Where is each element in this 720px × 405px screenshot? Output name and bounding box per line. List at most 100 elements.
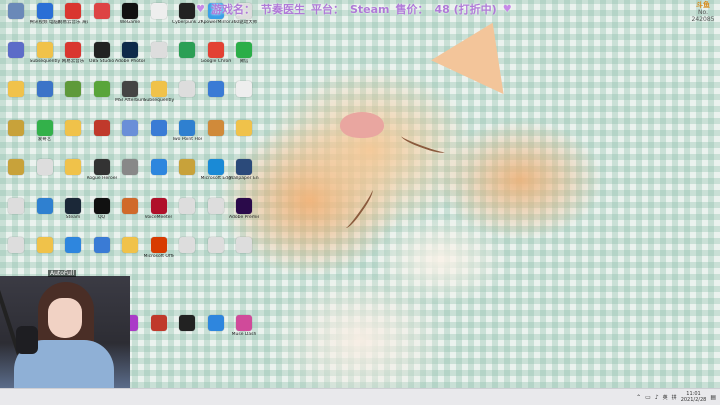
chevron-up-icon[interactable]: ⌃ [636,394,641,401]
desktop-icon[interactable]: 网易云音乐 海外版 [58,3,88,31]
desktop-icon[interactable]: Adobe Photoshop [115,42,145,70]
desktop-icon[interactable] [202,198,230,226]
desktop-icon[interactable] [145,159,173,187]
game-value: 节奏医生 [260,3,305,16]
desktop-icon[interactable] [145,3,173,31]
desktop-icon[interactable]: Google Chrome [201,42,231,70]
app-icon [207,81,224,97]
desktop-icon[interactable] [2,237,30,265]
desktop-icon[interactable] [173,198,201,226]
heart-icon: ♥ [502,3,512,15]
desktop-icon[interactable]: Adobe Premiere [229,198,259,226]
desktop-icon[interactable]: QQ [88,198,116,226]
desktop-icon[interactable] [2,198,30,226]
desktop-icon-label: MSI Afterburner [115,98,145,103]
desktop-icon[interactable] [173,315,201,343]
desktop-icon[interactable]: 腾讯视频 电脑版 [30,3,60,31]
desktop-icon[interactable] [202,81,230,109]
desktop-icon[interactable] [2,42,30,70]
desktop-icon-label: 360驱动大师 [230,20,258,25]
desktop-icon-label: 爱奇艺 [37,137,52,142]
desktop-icon[interactable] [202,120,230,148]
desktop-icon-label: 网易云音乐 海外版 [58,20,88,25]
chrome-icon [207,42,224,58]
desktop-icon[interactable]: WeGame [116,3,144,31]
desktop-icon[interactable]: Microsoft Edge [201,159,231,187]
volume-icon[interactable]: ♪ [655,394,659,401]
file-icon [236,237,252,253]
desktop-icon[interactable] [59,81,87,109]
platform-label: 平台： [310,3,344,16]
desktop-icon[interactable]: Steam [59,198,87,226]
desktop-icon[interactable] [88,120,116,148]
desktop-icon-label: ApowerMirror [200,20,231,25]
desktop-icon[interactable]: Subsequently [144,81,174,109]
desktop-icon-label: Steam [65,215,81,220]
desktop-icon[interactable] [116,237,144,265]
input-lang[interactable]: 英 [663,394,668,401]
desktop-icon[interactable] [59,159,87,187]
app-icon [207,315,224,331]
desktop-icon[interactable]: VoiceMeeter [145,198,173,226]
premiere-icon [236,198,252,214]
file-icon [179,198,195,214]
obs-icon [93,42,110,58]
desktop-icon-label: QQ [97,215,106,220]
desktop-icon[interactable]: Muse Dash [230,315,258,343]
desktop-icon[interactable] [31,81,59,109]
system-tray: ⌃ ▭ ♪ 英 拼 11:01 2021/2/28 ▤ [636,389,720,405]
app-icon [150,159,167,175]
desktop-icon[interactable] [31,198,59,226]
desktop-icon[interactable] [202,315,230,343]
desktop-icon[interactable]: Two Point Hospital [172,120,202,148]
desktop-icon[interactable]: OBS Studio [88,42,116,70]
desktop-icon[interactable]: 爱奇艺 [31,120,59,148]
desktop-icon[interactable] [2,81,30,109]
app-icon [122,198,138,214]
desktop-icon[interactable] [31,159,59,187]
desktop-icon[interactable] [145,120,173,148]
folder-icon [8,120,24,136]
desktop-icon[interactable] [59,237,87,265]
desktop-icon[interactable] [2,120,30,148]
desktop-icon[interactable] [88,237,116,265]
desktop-icon[interactable]: Wallpaper Engine [229,159,259,187]
desktop-icon[interactable] [31,237,59,265]
desktop-icon[interactable] [88,81,116,109]
document-icon [150,3,167,19]
wechat-icon [236,42,252,58]
desktop-icon[interactable] [145,42,173,70]
desktop-icon[interactable]: Microsoft Office [143,237,174,265]
tencent-video-icon [36,3,53,19]
desktop-icon[interactable] [230,237,258,265]
desktop-icon[interactable] [116,198,144,226]
desktop-icon[interactable] [88,3,116,31]
desktop-icon[interactable]: Rogue Heroes [87,159,117,187]
netease-music-icon [65,3,81,19]
desktop-icon[interactable] [230,81,258,109]
cat-nose [340,112,384,138]
desktop-icon[interactable]: 微信 [230,42,258,70]
ime-mode[interactable]: 拼 [672,394,677,401]
desktop-icon[interactable] [59,120,87,148]
wegame-icon [122,3,138,19]
desktop-icon[interactable]: 网易云音乐 [59,42,87,70]
desktop-icon[interactable] [173,159,201,187]
desktop-icon[interactable]: Subsequently [30,42,60,70]
notification-icon[interactable]: ▤ [710,394,716,401]
desktop-icon[interactable] [116,120,144,148]
file-icon [8,3,24,19]
desktop-icon-label: Microsoft Office [143,254,174,259]
desktop-icon[interactable] [173,237,201,265]
network-icon[interactable]: ▭ [645,394,651,401]
desktop-icon[interactable] [173,81,201,109]
desktop-icon[interactable]: MSI Afterburner [115,81,145,109]
desktop-icon[interactable] [145,315,173,343]
clock[interactable]: 11:01 2021/2/28 [681,391,707,403]
desktop-icon[interactable] [2,159,30,187]
desktop-icon[interactable] [173,42,201,70]
desktop-icon[interactable] [202,237,230,265]
desktop-icon[interactable] [230,120,258,148]
desktop-icon[interactable] [2,3,30,31]
desktop-icon[interactable] [116,159,144,187]
